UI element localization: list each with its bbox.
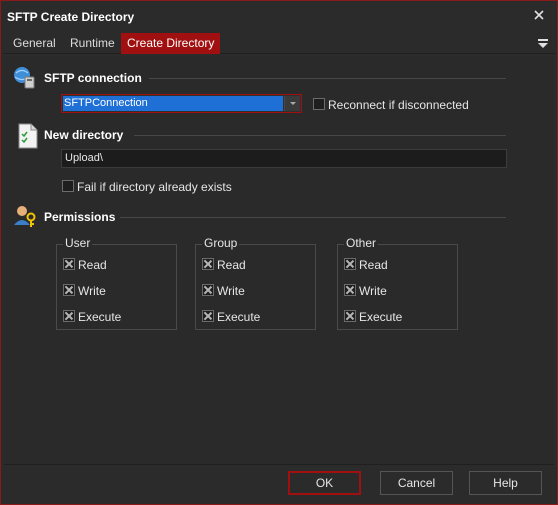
permissions-title: Permissions [44,210,116,224]
section-divider [134,135,506,136]
other-read-checkbox[interactable] [344,258,356,270]
tab-runtime[interactable]: Runtime [64,33,121,54]
group-title-user: User [63,236,93,250]
permissions-user-key-icon [14,206,36,227]
tab-bar: General Runtime Create Directory [3,31,555,54]
group-title-group: Group [202,236,240,250]
group-read-checkbox[interactable] [202,258,214,270]
window-title: SFTP Create Directory [7,10,135,24]
group-execute-checkbox[interactable] [202,310,214,322]
other-write-label: Write [359,284,387,298]
reconnect-label: Reconnect if disconnected [328,98,469,112]
hamburger-menu-icon[interactable] [537,37,549,49]
cancel-button[interactable]: Cancel [380,471,453,495]
other-read-label: Read [359,258,388,272]
dialog-window: SFTP Create Directory General Runtime Cr… [0,0,558,505]
user-write-checkbox[interactable] [63,284,75,296]
chevron-down-icon[interactable] [284,96,300,111]
sftp-connection-combobox[interactable]: SFTPConnection [61,94,302,113]
section-divider [149,78,506,79]
new-directory-title: New directory [44,128,124,142]
sftp-connection-title: SFTP connection [44,71,142,85]
other-execute-label: Execute [359,310,403,324]
tab-label: General [13,36,56,50]
tab-create-directory[interactable]: Create Directory [121,33,221,54]
tab-label: Runtime [70,36,115,50]
user-read-checkbox[interactable] [63,258,75,270]
content-panel: SFTP connection SFTPConnection Reconnect… [4,56,554,464]
other-write-checkbox[interactable] [344,284,356,296]
group-write-checkbox[interactable] [202,284,214,296]
fail-if-exists-label: Fail if directory already exists [77,180,232,194]
help-button[interactable]: Help [469,471,542,495]
user-write-label: Write [78,284,106,298]
group-read-label: Read [217,258,246,272]
ok-button[interactable]: OK [288,471,361,495]
fail-if-exists-checkbox[interactable] [62,180,74,192]
close-icon[interactable] [531,7,547,23]
sftp-connection-icon [14,67,35,89]
tab-label: Create Directory [127,36,215,50]
group-title-other: Other [344,236,379,250]
user-read-label: Read [78,258,107,272]
tab-general[interactable]: General [7,33,62,54]
footer-divider [4,464,554,465]
group-execute-label: Execute [217,310,261,324]
user-execute-label: Execute [78,310,122,324]
reconnect-checkbox[interactable] [313,98,325,110]
user-execute-checkbox[interactable] [63,310,75,322]
new-directory-path-input[interactable]: Upload\ [61,149,507,168]
combobox-value: SFTPConnection [63,96,283,111]
new-directory-icon [18,123,38,149]
title-bar: SFTP Create Directory [1,1,557,31]
group-write-label: Write [217,284,245,298]
section-divider [120,217,506,218]
other-execute-checkbox[interactable] [344,310,356,322]
